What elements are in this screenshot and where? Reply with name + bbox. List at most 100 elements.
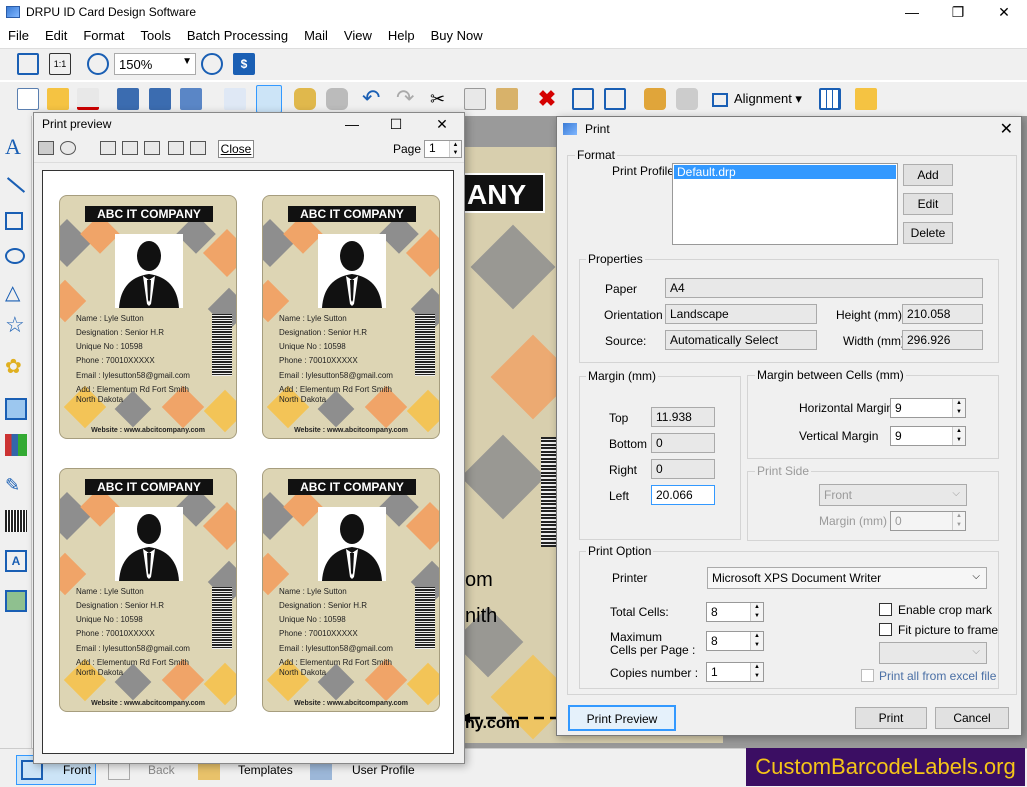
redo-icon[interactable]: ↷ xyxy=(396,87,418,110)
edit-profile-button[interactable]: Edit xyxy=(903,193,953,215)
zoom-icon[interactable] xyxy=(60,141,76,155)
export-icon[interactable] xyxy=(180,88,202,110)
cut-icon[interactable]: ✂ xyxy=(430,88,452,110)
menu-format[interactable]: Format xyxy=(83,28,124,43)
grid-icon[interactable] xyxy=(819,88,841,110)
max-cells-spinner[interactable]: 8 ▲ ▼ xyxy=(706,631,764,651)
lock-icon[interactable] xyxy=(644,88,666,110)
undo-icon[interactable]: ↶ xyxy=(362,87,384,110)
right-label: Right xyxy=(609,463,638,477)
excel-checkbox[interactable] xyxy=(861,669,874,682)
three-pages-icon[interactable] xyxy=(144,141,160,155)
two-pages-icon[interactable] xyxy=(122,141,138,155)
horizontal-margin-label: Horizontal Margin xyxy=(799,401,894,415)
bottom-margin-field[interactable]: 0 xyxy=(651,433,715,453)
preview-close-button[interactable]: ✕ xyxy=(420,113,464,135)
left-margin-field[interactable]: 20.066 xyxy=(651,485,715,505)
unlock-icon[interactable] xyxy=(676,88,698,110)
image-tool-icon[interactable] xyxy=(5,398,27,420)
spinner-arrows-icon[interactable]: ▲ ▼ xyxy=(750,663,763,681)
alignment-menu[interactable]: Alignment ▾ xyxy=(712,88,808,110)
copies-spinner[interactable]: 1 ▲ ▼ xyxy=(706,662,764,682)
orientation-field: Landscape xyxy=(665,304,817,324)
rectangle-tool-icon[interactable] xyxy=(5,212,23,230)
minimize-button[interactable]: — xyxy=(889,0,935,24)
actual-size-icon[interactable]: 1:1 xyxy=(49,53,71,75)
right-margin-field[interactable]: 0 xyxy=(651,459,715,479)
menu-file[interactable]: File xyxy=(8,28,29,43)
line-tool-icon[interactable] xyxy=(6,177,26,193)
horizontal-margin-spinner[interactable]: 9 ▲ ▼ xyxy=(890,398,966,418)
page-number-input[interactable]: 1 ▲ ▼ xyxy=(424,140,462,158)
printer-select[interactable]: Microsoft XPS Document Writer ⌵ xyxy=(707,567,987,589)
menu-help[interactable]: Help xyxy=(388,28,415,43)
text-tool-icon[interactable]: A xyxy=(5,136,27,158)
print-icon[interactable] xyxy=(256,85,282,113)
print-preview-button[interactable]: Print Preview xyxy=(568,705,676,731)
print-button[interactable]: Print xyxy=(855,707,927,729)
preview-maximize-button[interactable]: ☐ xyxy=(374,113,418,135)
paste-icon[interactable] xyxy=(496,88,518,110)
vertical-margin-label: Vertical Margin xyxy=(799,429,879,443)
card-email: Email : lylesutton58@gmail.com xyxy=(279,371,393,380)
save-as-icon[interactable] xyxy=(149,88,171,110)
print-dialog-title: Print xyxy=(585,122,610,136)
print-icon[interactable] xyxy=(38,141,54,155)
top-margin-field[interactable]: 11.938 xyxy=(651,407,715,427)
copy-icon[interactable] xyxy=(464,88,486,110)
dollar-icon[interactable]: $ xyxy=(233,53,255,75)
watermark-tool-icon[interactable]: A xyxy=(5,550,27,572)
crop-mark-checkbox[interactable] xyxy=(879,603,892,616)
properties-icon[interactable] xyxy=(224,88,246,110)
bring-front-icon[interactable] xyxy=(572,88,594,110)
vertical-margin-spinner[interactable]: 9 ▲ ▼ xyxy=(890,426,966,446)
open-icon[interactable] xyxy=(47,88,69,110)
one-page-icon[interactable] xyxy=(100,141,116,155)
zoom-in-icon[interactable] xyxy=(87,53,109,75)
preview-close-label-button[interactable]: Close xyxy=(218,140,254,158)
signature-tool-icon[interactable]: ✎ xyxy=(5,474,27,496)
spinner-arrows-icon[interactable]: ▲ ▼ xyxy=(750,603,763,621)
menu-batch-processing[interactable]: Batch Processing xyxy=(187,28,288,43)
spinner-arrows-icon[interactable]: ▲ ▼ xyxy=(952,399,965,417)
profile-item[interactable]: Default.drp xyxy=(674,165,896,179)
delete-profile-button[interactable]: Delete xyxy=(903,222,953,244)
fit-icon[interactable] xyxy=(17,53,39,75)
close-file-icon[interactable] xyxy=(77,88,99,110)
symbol-tool-icon[interactable]: ✿ xyxy=(5,356,27,378)
spinner-arrows-icon[interactable]: ▲ ▼ xyxy=(750,632,763,650)
menu-mail[interactable]: Mail xyxy=(304,28,328,43)
menu-edit[interactable]: Edit xyxy=(45,28,67,43)
picture-tool-icon[interactable] xyxy=(5,590,27,612)
total-cells-spinner[interactable]: 8 ▲ ▼ xyxy=(706,602,764,622)
library-tool-icon[interactable] xyxy=(5,434,27,456)
triangle-tool-icon[interactable]: △ xyxy=(5,282,27,304)
six-pages-icon[interactable] xyxy=(190,141,206,155)
barcode-tool-icon[interactable] xyxy=(5,510,27,532)
print-profile-list[interactable]: Default.drp xyxy=(672,163,898,245)
preview-minimize-button[interactable]: — xyxy=(330,113,374,135)
star-tool-icon[interactable]: ☆ xyxy=(5,314,27,336)
add-profile-button[interactable]: Add xyxy=(903,164,953,186)
fit-picture-checkbox[interactable] xyxy=(879,623,892,636)
save-icon[interactable] xyxy=(117,88,139,110)
mail-icon[interactable] xyxy=(855,88,877,110)
new-icon[interactable] xyxy=(17,88,39,110)
menu-view[interactable]: View xyxy=(344,28,372,43)
send-back-icon[interactable] xyxy=(604,88,626,110)
zoom-out-icon[interactable] xyxy=(201,53,223,75)
ellipse-tool-icon[interactable] xyxy=(5,248,25,264)
close-button[interactable]: ✕ xyxy=(981,0,1027,24)
menu-buy-now[interactable]: Buy Now xyxy=(431,28,483,43)
four-pages-icon[interactable] xyxy=(168,141,184,155)
database-icon[interactable] xyxy=(294,88,316,110)
spinner-arrows-icon[interactable]: ▲ ▼ xyxy=(952,427,965,445)
dialog-close-icon[interactable]: ✕ xyxy=(1000,119,1013,139)
delete-icon[interactable]: ✖ xyxy=(536,88,558,110)
database-off-icon[interactable] xyxy=(326,88,348,110)
zoom-select[interactable]: 150% ▼ xyxy=(114,53,196,75)
menu-tools[interactable]: Tools xyxy=(141,28,171,43)
maximize-button[interactable]: ❐ xyxy=(935,0,981,24)
page-spinner[interactable]: ▲ ▼ xyxy=(449,141,461,157)
cancel-button[interactable]: Cancel xyxy=(935,707,1009,729)
